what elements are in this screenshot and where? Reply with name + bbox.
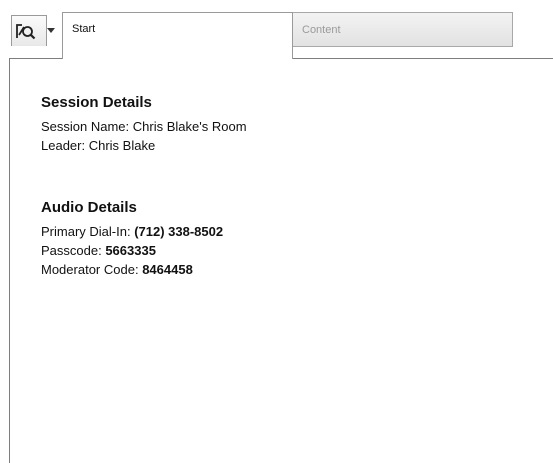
passcode-value: 5663335 xyxy=(105,243,156,258)
search-page-icon xyxy=(15,22,37,40)
view-tool-button[interactable] xyxy=(11,15,55,46)
passcode-row: Passcode: 5663335 xyxy=(41,241,223,260)
moderator-code-label: Moderator Code: xyxy=(41,262,139,277)
tab-start-label: Start xyxy=(72,23,96,35)
primary-dial-in-row: Primary Dial-In: (712) 338-8502 xyxy=(41,222,223,241)
session-window: Start Content Session Details Session Na… xyxy=(0,0,553,463)
session-details-heading: Session Details xyxy=(41,94,152,111)
moderator-code-value: 8464458 xyxy=(142,262,193,277)
tab-content-label: Content xyxy=(302,24,341,36)
session-name-value: Chris Blake's Room xyxy=(132,119,247,134)
chevron-down-icon[interactable] xyxy=(47,28,55,33)
audio-details-heading: Audio Details xyxy=(41,199,137,216)
primary-dial-in-value: (712) 338-8502 xyxy=(134,224,224,239)
passcode-label: Passcode: xyxy=(41,243,102,258)
session-details-section: Session Details Session Name: Chris Blak… xyxy=(41,93,247,155)
leader-row: Leader: Chris Blake xyxy=(41,136,247,155)
audio-details-section: Audio Details Primary Dial-In: (712) 338… xyxy=(41,198,223,279)
tab-strip: Start Content xyxy=(0,0,553,59)
leader-label: Leader: xyxy=(41,138,86,153)
session-name-label: Session Name: xyxy=(41,119,130,134)
tab-start[interactable]: Start xyxy=(62,12,293,59)
session-name-row: Session Name: Chris Blake's Room xyxy=(41,117,247,136)
moderator-code-row: Moderator Code: 8464458 xyxy=(41,260,223,279)
leader-value: Chris Blake xyxy=(88,138,156,153)
tab-content[interactable]: Content xyxy=(292,12,513,47)
start-panel: Session Details Session Name: Chris Blak… xyxy=(9,58,553,463)
primary-dial-in-label: Primary Dial-In: xyxy=(41,224,131,239)
